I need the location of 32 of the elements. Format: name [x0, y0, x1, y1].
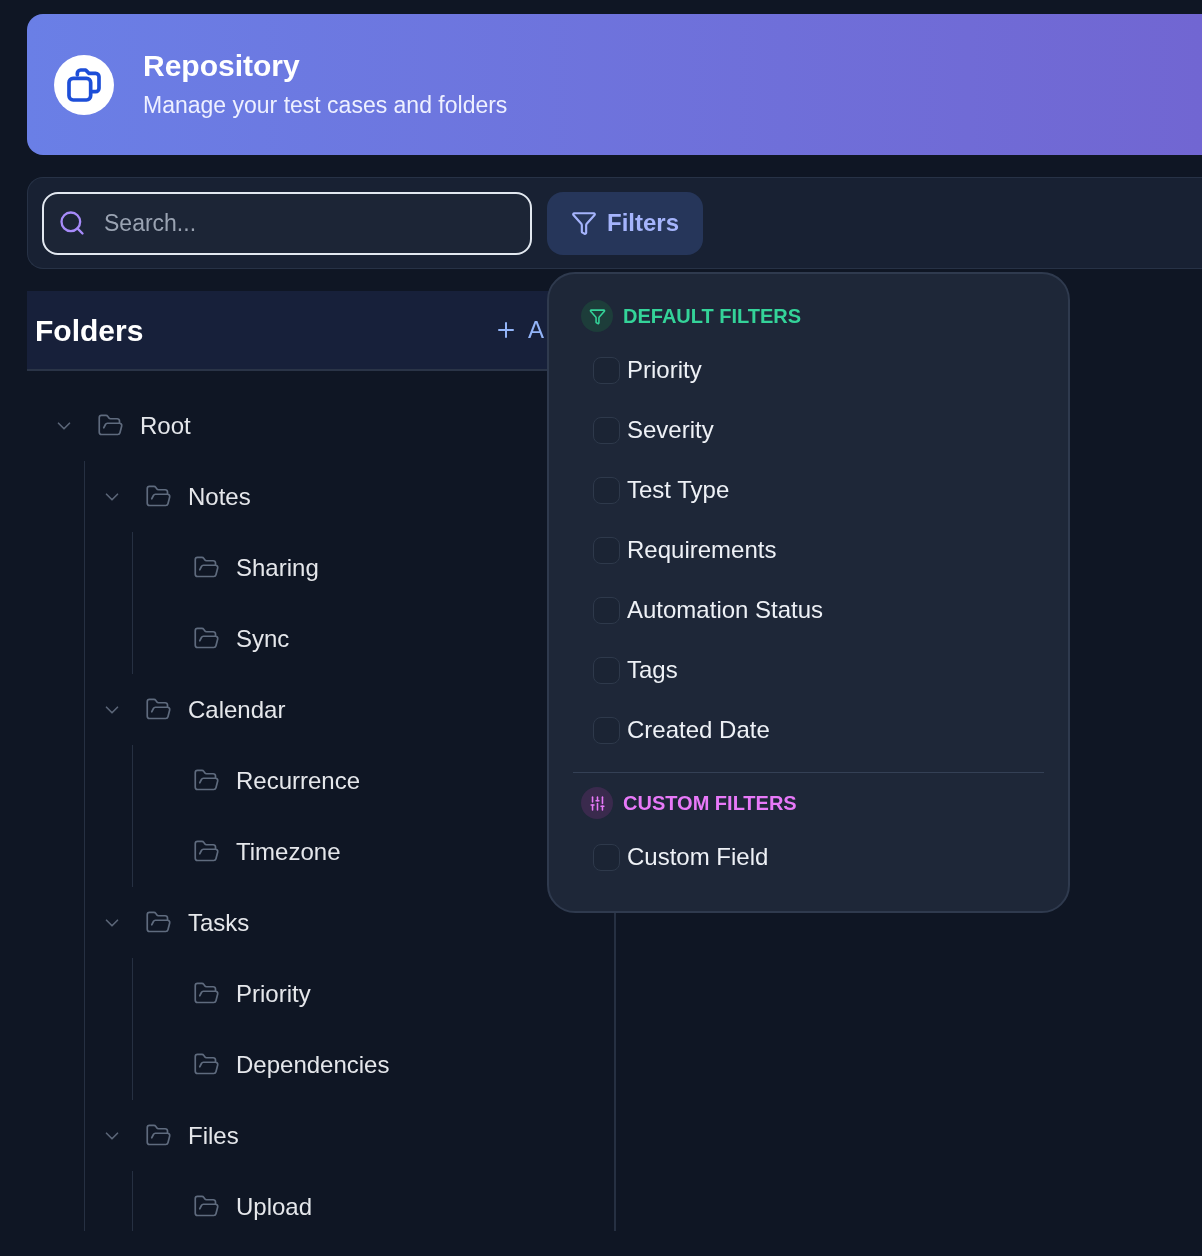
filter-option[interactable]: Created Date — [627, 712, 770, 748]
filter-option[interactable]: Requirements — [627, 532, 777, 568]
folder-name[interactable]: Priority — [236, 975, 311, 1012]
folder-name[interactable]: Files — [188, 1117, 239, 1154]
search-field[interactable]: Search... — [42, 191, 532, 255]
panel-title: Folders — [35, 312, 144, 349]
folder-name[interactable]: Timezone — [236, 833, 341, 870]
page-title: Repository — [143, 47, 301, 84]
sliders-icon — [581, 787, 613, 819]
folder-name[interactable]: Notes — [188, 478, 251, 515]
page-subtitle: Manage your test cases and folders — [143, 91, 508, 120]
search-icon — [58, 208, 86, 237]
filters-button[interactable]: Filters — [547, 191, 704, 255]
filter-option[interactable]: Custom Field — [627, 839, 769, 875]
filter-option[interactable]: Test Type — [627, 472, 730, 508]
folder-name[interactable]: Sharing — [236, 549, 319, 586]
folder-name[interactable]: Upload — [236, 1188, 313, 1225]
filter-icon — [571, 210, 597, 236]
section-heading: CUSTOM FILTERS — [623, 791, 797, 816]
filter-option[interactable]: Automation Status — [627, 592, 824, 628]
folder-name[interactable]: Tasks — [188, 904, 250, 941]
folder-name[interactable]: Dependencies — [236, 1046, 390, 1083]
section-heading: DEFAULT FILTERS — [623, 304, 802, 329]
folder-name[interactable]: Root — [140, 407, 191, 444]
folder-name[interactable]: Sync — [236, 620, 290, 657]
folder-name[interactable]: Recurrence — [236, 762, 361, 799]
filter-option[interactable]: Tags — [627, 652, 678, 688]
add-button[interactable]: A — [494, 312, 544, 348]
filter-option[interactable]: Priority — [627, 352, 702, 388]
folder-name[interactable]: Calendar — [188, 691, 286, 728]
filter-icon — [581, 300, 613, 332]
filter-option[interactable]: Severity — [627, 412, 714, 448]
